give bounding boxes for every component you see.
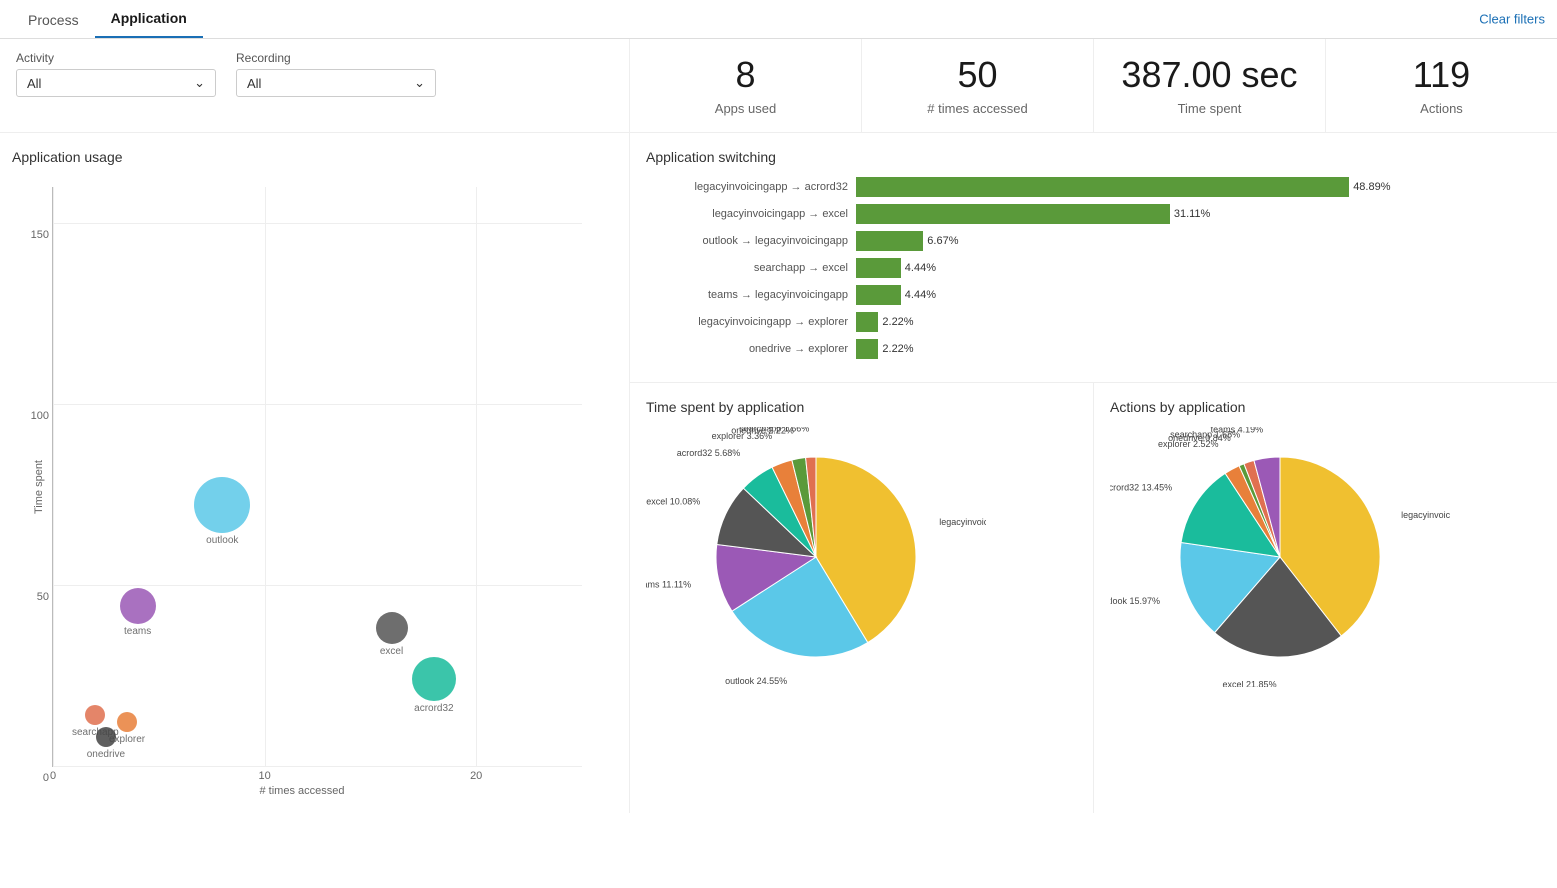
switching-bar-label-6: onedrive → explorer bbox=[646, 343, 856, 355]
stat-number-times-accessed: 50 bbox=[882, 55, 1073, 95]
switching-bar-row-0: legacyinvoicingapp → acrord32 48.89% bbox=[646, 177, 1541, 197]
right-panel: Application switching legacyinvoicingapp… bbox=[630, 133, 1557, 813]
switching-bar-fill-1 bbox=[856, 204, 1170, 224]
switching-bar-value-3: 4.44% bbox=[905, 262, 936, 274]
switching-bar-row-3: searchapp → excel 4.44% bbox=[646, 258, 1541, 278]
switching-bar-value-5: 2.22% bbox=[882, 316, 913, 328]
stat-number-time-spent: 387.00 sec bbox=[1114, 55, 1305, 95]
pie-label-7: teams 4.19% bbox=[1211, 427, 1264, 434]
pie-label-3: acrord32 13.45% bbox=[1110, 482, 1172, 492]
chevron-down-icon2: ⌄ bbox=[414, 75, 425, 91]
chevron-down-icon: ⌄ bbox=[194, 75, 205, 91]
switching-bar-fill-4 bbox=[856, 285, 901, 305]
recording-label: Recording bbox=[236, 51, 436, 65]
switching-bar-row-4: teams → legacyinvoicingapp 4.44% bbox=[646, 285, 1541, 305]
recording-select[interactable]: All ⌄ bbox=[236, 69, 436, 97]
stat-label-time-spent: Time spent bbox=[1114, 101, 1305, 116]
switching-bar-value-1: 31.11% bbox=[1174, 208, 1211, 220]
actions-pie-svg: legacyinvoicingapp 39.5% excel 21.85% outl… bbox=[1110, 427, 1450, 687]
bubble-outlook: outlook bbox=[194, 477, 250, 533]
switching-bar-value-4: 4.44% bbox=[905, 289, 936, 301]
bubble-onedrive: onedrive bbox=[96, 727, 116, 747]
bubble-teams: teams bbox=[120, 588, 156, 624]
switching-panel: Application switching legacyinvoicingapp… bbox=[630, 133, 1557, 383]
switching-bars: legacyinvoicingapp → acrord3248.89%legac… bbox=[646, 177, 1541, 359]
switching-bar-label-5: legacyinvoicingapp → explorer bbox=[646, 316, 856, 328]
switching-bar-label-3: searchapp → excel bbox=[646, 262, 856, 274]
bubble-explorer: explorer bbox=[117, 712, 137, 732]
switching-bar-fill-2 bbox=[856, 231, 923, 251]
stat-number-apps-used: 8 bbox=[650, 55, 841, 95]
switching-bar-label-0: legacyinvoicingapp → acrord32 bbox=[646, 181, 856, 193]
bubble-label-acrord32: acrord32 bbox=[414, 703, 453, 714]
y-axis-label: Time spent bbox=[33, 460, 45, 514]
bubble-label-teams: teams bbox=[124, 626, 151, 637]
tab-application[interactable]: Application bbox=[95, 0, 203, 38]
switching-bar-label-4: teams → legacyinvoicingapp bbox=[646, 289, 856, 301]
pie-label-1: excel 21.85% bbox=[1223, 679, 1277, 687]
tabs-bar: Process Application Clear filters bbox=[0, 0, 1557, 39]
switching-bar-value-6: 2.22% bbox=[882, 343, 913, 355]
bubble-excel: excel bbox=[376, 612, 408, 644]
stat-card-apps-used: 8 Apps used bbox=[630, 39, 862, 132]
switching-title: Application switching bbox=[646, 149, 1541, 165]
stat-label-apps-used: Apps used bbox=[650, 101, 841, 116]
switching-bar-label-2: outlook → legacyinvoicingapp bbox=[646, 235, 856, 247]
switching-bar-fill-3 bbox=[856, 258, 901, 278]
pie-label-3: excel 10.08% bbox=[646, 496, 700, 506]
switching-bar-fill-5 bbox=[856, 312, 878, 332]
bottom-charts: Time spent by application legacyinvoicin… bbox=[630, 383, 1557, 813]
time-spent-title: Time spent by application bbox=[646, 399, 1077, 415]
stat-label-times-accessed: # times accessed bbox=[882, 101, 1073, 116]
stat-card-times-accessed: 50 # times accessed bbox=[862, 39, 1094, 132]
stat-label-actions: Actions bbox=[1346, 101, 1537, 116]
bubble-plot: 05010015001020legacyinvoicingappoutlookt… bbox=[52, 187, 582, 767]
bubble-label-outlook: outlook bbox=[206, 535, 238, 546]
stats-cards: 8 Apps used50 # times accessed387.00 sec… bbox=[630, 39, 1557, 132]
pie-label-2: teams 11.11% bbox=[646, 579, 691, 589]
switching-bar-row-1: legacyinvoicingapp → excel 31.11% bbox=[646, 204, 1541, 224]
switching-bar-label-1: legacyinvoicingapp → excel bbox=[646, 208, 856, 220]
tab-process[interactable]: Process bbox=[12, 2, 95, 38]
time-pie-svg: legacyinvoicingapp 41.34% outlook 24.55% t… bbox=[646, 427, 986, 687]
application-usage-title: Application usage bbox=[12, 149, 617, 165]
application-usage-panel: Application usage Time spent 05010015001… bbox=[0, 133, 630, 813]
switching-bar-row-2: outlook → legacyinvoicingapp 6.67% bbox=[646, 231, 1541, 251]
bubble-acrord32: acrord32 bbox=[412, 657, 456, 701]
time-spent-chart: Time spent by application legacyinvoicin… bbox=[630, 383, 1094, 813]
pie-label-7: searchapp 1.66% bbox=[739, 427, 809, 434]
pie-label-0: legacyinvoicingapp 39.5% bbox=[1401, 510, 1450, 520]
switching-bar-value-2: 6.67% bbox=[927, 235, 958, 247]
switching-bar-fill-6 bbox=[856, 339, 878, 359]
switching-bar-row-5: legacyinvoicingapp → explorer 2.22% bbox=[646, 312, 1541, 332]
activity-filter: Activity All ⌄ bbox=[16, 51, 216, 97]
actions-chart: Actions by application legacyinvoicingap… bbox=[1094, 383, 1557, 813]
time-pie-wrapper: legacyinvoicingapp 41.34% outlook 24.55% t… bbox=[646, 427, 1077, 707]
actions-pie-wrapper: legacyinvoicingapp 39.5% excel 21.85% outl… bbox=[1110, 427, 1541, 707]
pie-label-4: acrord32 5.68% bbox=[677, 448, 741, 458]
switching-bar-fill-0 bbox=[856, 177, 1349, 197]
activity-label: Activity bbox=[16, 51, 216, 65]
pie-label-0: legacyinvoicingapp 41.34% bbox=[939, 517, 986, 527]
recording-filter: Recording All ⌄ bbox=[236, 51, 436, 97]
bubble-label-excel: excel bbox=[380, 646, 403, 657]
stat-card-actions: 119 Actions bbox=[1326, 39, 1557, 132]
switching-bar-row-6: onedrive → explorer 2.22% bbox=[646, 339, 1541, 359]
clear-filters-button[interactable]: Clear filters bbox=[1479, 12, 1545, 27]
x-axis-label: # times accessed bbox=[260, 785, 345, 797]
switching-bar-value-0: 48.89% bbox=[1353, 181, 1390, 193]
main-content: Application usage Time spent 05010015001… bbox=[0, 133, 1557, 813]
actions-title: Actions by application bbox=[1110, 399, 1541, 415]
bubble-searchapp: searchapp bbox=[85, 705, 105, 725]
pie-label-2: outlook 15.97% bbox=[1110, 596, 1160, 606]
pie-label-1: outlook 24.55% bbox=[725, 676, 787, 686]
activity-select[interactable]: All ⌄ bbox=[16, 69, 216, 97]
stat-card-time-spent: 387.00 sec Time spent bbox=[1094, 39, 1326, 132]
bubble-label-onedrive: onedrive bbox=[87, 749, 125, 760]
stat-number-actions: 119 bbox=[1346, 55, 1537, 95]
